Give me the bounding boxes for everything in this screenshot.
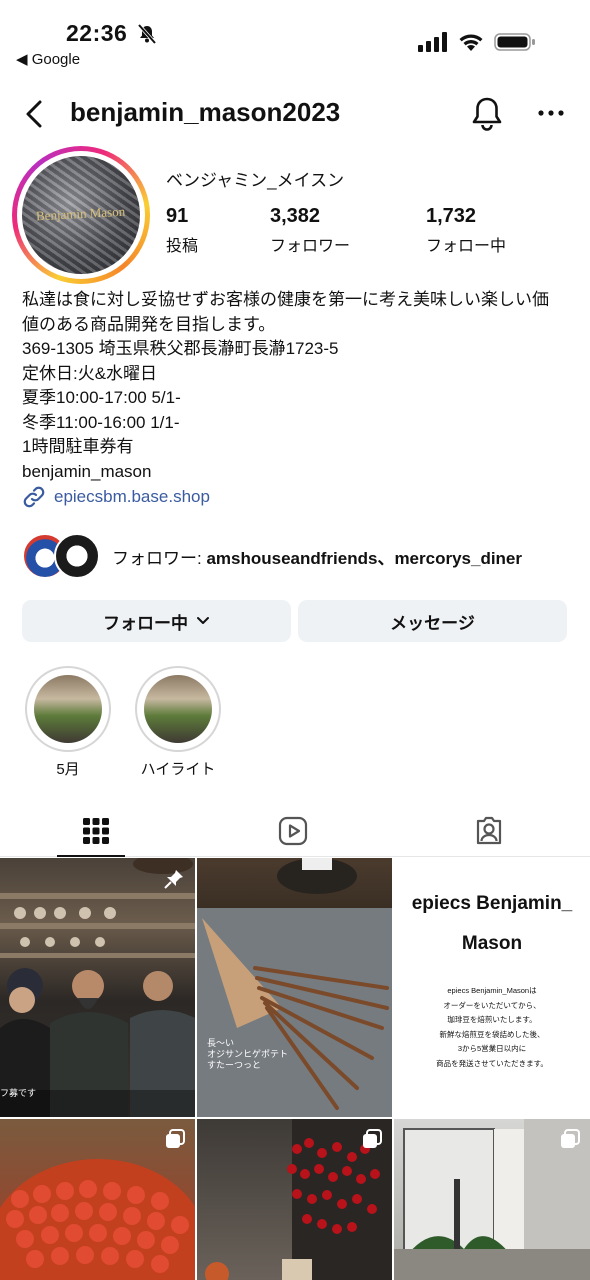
multiple-posts-icon <box>363 1129 382 1148</box>
followers-count-value: 3,382 <box>270 205 321 227</box>
post-photo-fries <box>197 858 392 1117</box>
follower-avatar <box>54 533 100 579</box>
more-options-button[interactable] <box>538 98 564 133</box>
following-button-label: フォロー中 <box>103 613 188 633</box>
post-thumbnail[interactable]: epiecs Benjamin_ Mason epiecs Benjamin_M… <box>394 858 590 1117</box>
profile-display-name: ベンジャミン_メイスン <box>166 171 345 190</box>
multiple-posts-icon <box>166 1129 185 1148</box>
profile-username: benjamin_mason2023 <box>70 97 341 127</box>
bio-line: 369-1305 埼玉県秩父郡長瀞町長瀞1723-5 <box>22 339 339 358</box>
pin-icon <box>164 870 183 889</box>
post-thumbnail[interactable]: 長〜い オジサンヒゲポテト すたーつっと <box>197 858 392 1117</box>
posts-count[interactable]: 91 投稿 <box>166 205 198 256</box>
back-button[interactable] <box>24 96 54 132</box>
message-button-label: メッセージ <box>390 613 475 633</box>
profile-header: benjamin_mason2023 <box>0 88 590 138</box>
ellipsis-icon <box>538 110 564 116</box>
battery-icon <box>494 33 535 51</box>
tab-tagged[interactable] <box>469 811 509 851</box>
following-count[interactable]: 1,732 フォロー中 <box>426 205 506 256</box>
bio-line: 夏季10:00-17:00 5/1- <box>22 388 181 407</box>
post-text-title: epiecs Benjamin_ Mason <box>411 893 573 954</box>
following-count-label: フォロー中 <box>426 238 507 255</box>
bell-icon <box>472 97 502 131</box>
tab-reels[interactable] <box>273 811 313 851</box>
avatar-logo-text: Benjamin Mason <box>35 203 126 224</box>
followed-by-prefix: フォロワー: <box>112 548 207 568</box>
post-thumbnail[interactable]: フ募です <box>0 858 195 1117</box>
bio-line: 私達は食に対し妥協せずお客様の健康を第一に考え美味しい楽しい価 <box>22 290 549 309</box>
active-tab-indicator <box>57 855 125 857</box>
highlight-label: 5月 <box>56 761 80 778</box>
website-link-text[interactable]: epiecsbm.base.shop <box>54 487 210 507</box>
bio-line: 冬季11:00-16:00 1/1- <box>22 412 180 432</box>
bio-line[interactable]: benjamin_mason <box>22 460 572 485</box>
tab-posts-grid[interactable] <box>76 811 116 851</box>
chevron-down-icon <box>197 617 209 624</box>
bio-line: 1時間駐車券有 <box>22 437 134 456</box>
highlight-item[interactable]: 5月 <box>23 666 113 779</box>
highlight-label: ハイライト <box>140 761 216 778</box>
grid-icon <box>83 818 109 844</box>
tagged-person-icon <box>476 816 502 845</box>
profile-avatar-ring[interactable]: Benjamin Mason <box>12 146 150 284</box>
status-time: 22:36 <box>66 20 128 46</box>
post-caption-overlay: 長〜い オジサンヒゲポテト すたーつっと <box>207 1038 289 1070</box>
chevron-left-icon <box>26 100 42 128</box>
post-thumbnail[interactable] <box>394 1119 590 1280</box>
post-thumbnail[interactable] <box>197 1119 392 1280</box>
status-bar: 22:36 ◀ Google <box>0 0 590 80</box>
post-photo-people <box>0 858 195 1117</box>
posts-count-label: 投稿 <box>166 238 199 255</box>
followers-count[interactable]: 3,382 フォロワー <box>270 205 350 256</box>
multiple-posts-icon <box>561 1129 580 1148</box>
profile-website-link[interactable]: epiecsbm.base.shop <box>22 485 210 509</box>
signal-icon <box>418 32 447 52</box>
highlight-item[interactable]: ハイライト <box>133 666 223 779</box>
following-button[interactable]: フォロー中 <box>22 600 291 642</box>
highlight-cover <box>144 675 212 743</box>
bio-line: 定休日:火&水曜日 <box>22 363 158 383</box>
link-icon <box>23 486 45 508</box>
followed-by-names: amshouseandfriends、mercorys_diner <box>206 548 523 568</box>
post-thumbnail[interactable] <box>0 1119 195 1280</box>
avatar: Benjamin Mason <box>22 156 140 274</box>
wifi-icon <box>459 34 483 51</box>
message-button[interactable]: メッセージ <box>298 600 567 642</box>
silent-mode-icon <box>137 24 157 44</box>
followed-by[interactable]: フォロワー: amshouseandfriends、mercorys_diner <box>22 533 522 579</box>
back-to-google-link[interactable]: ◀ Google <box>16 50 80 68</box>
highlight-cover <box>34 675 102 743</box>
followers-count-label: フォロワー <box>270 238 351 255</box>
reels-icon <box>278 816 308 846</box>
following-count-value: 1,732 <box>426 205 477 227</box>
profile-tabs <box>0 805 590 857</box>
bio-line: 値のある商品開発を目指します。 <box>22 314 276 334</box>
posts-count-value: 91 <box>166 205 189 227</box>
profile-bio: 私達は食に対し妥協せずお客様の健康を第一に考え美味しい楽しい価 値のある商品開発… <box>22 288 572 484</box>
post-text-body: epiecs Benjamin_Masonは オーダーをいただいてから、 珈琲豆… <box>436 986 548 1068</box>
notifications-button[interactable] <box>470 96 504 137</box>
followed-by-text: フォロワー: amshouseandfriends、mercorys_diner <box>112 544 522 569</box>
post-caption-overlay: フ募です <box>0 1088 37 1098</box>
